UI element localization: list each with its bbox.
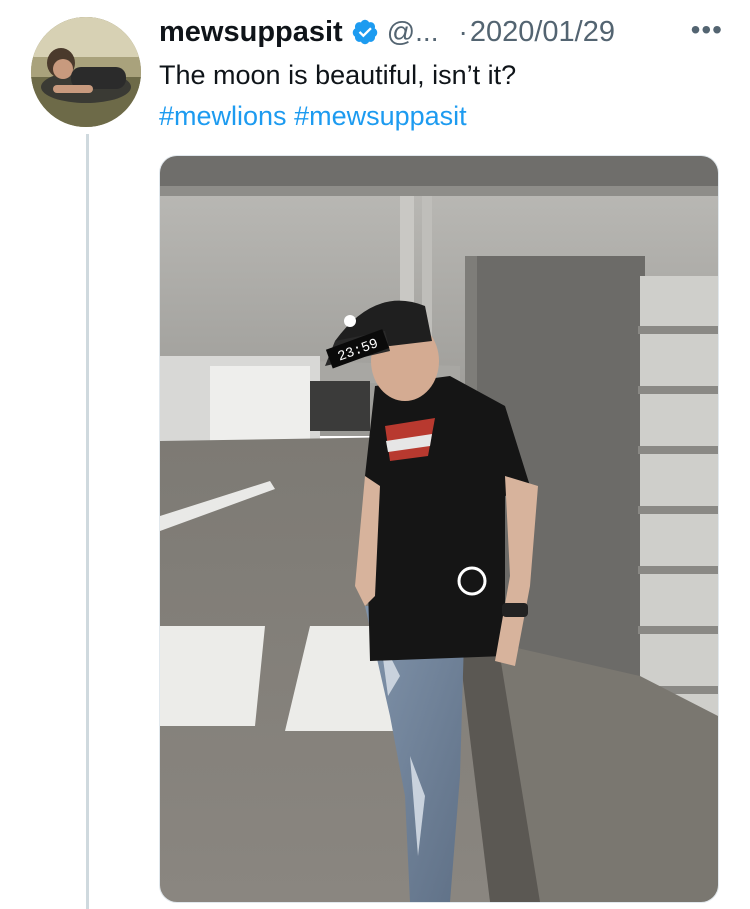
hashtag-line: #mewlions #mewsuppasit	[159, 97, 467, 135]
hashtag-link[interactable]: #mewlions	[159, 101, 287, 131]
thread-connector-line	[86, 134, 89, 909]
user-handle[interactable]: @...	[387, 16, 439, 48]
more-options-icon[interactable]: •••	[691, 14, 723, 46]
tweet-text: The moon is beautiful, isn’t it?	[159, 60, 517, 90]
hashtag-link[interactable]: #mewsuppasit	[294, 101, 467, 131]
tweet-header: mewsuppasit @... · 2020/01/29 •••	[159, 12, 739, 52]
separator-dot: ·	[458, 16, 468, 47]
photo-parking-garage: 23:59	[160, 156, 718, 902]
verified-badge-icon	[351, 18, 379, 46]
display-name[interactable]: mewsuppasit	[159, 16, 343, 49]
tweet-date[interactable]: 2020/01/29	[470, 16, 615, 49]
avatar[interactable]	[31, 17, 141, 127]
tweet-photo[interactable]: 23:59	[159, 155, 719, 903]
avatar-image	[31, 17, 141, 127]
